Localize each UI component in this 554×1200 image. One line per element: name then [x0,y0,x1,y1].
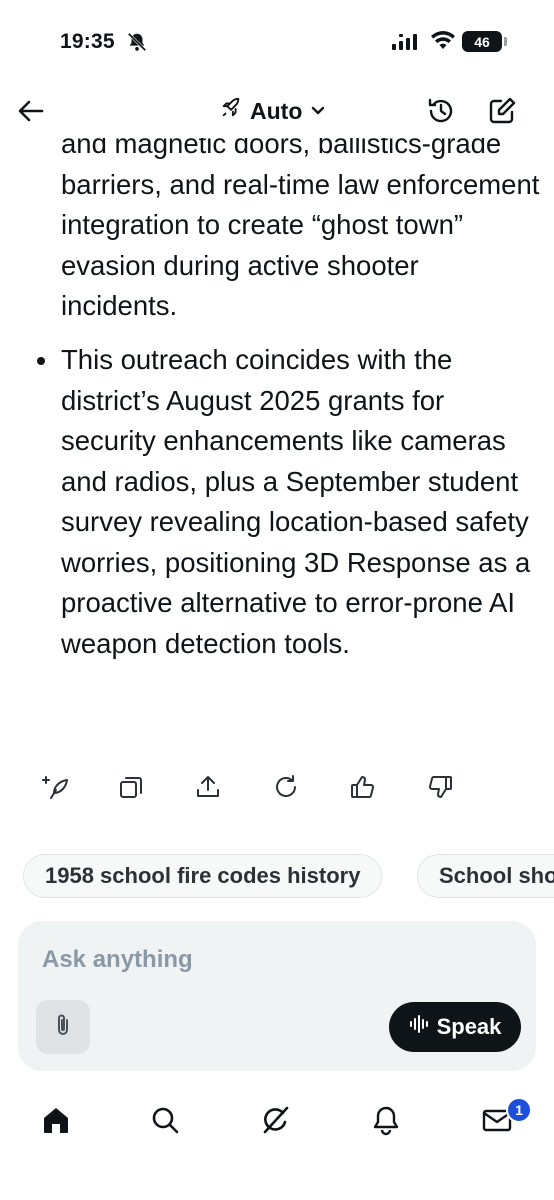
grok-icon[interactable] [256,1100,296,1140]
home-icon[interactable] [36,1100,76,1140]
speak-button[interactable]: Speak [389,1002,521,1052]
model-selector[interactable]: Auto [220,95,326,127]
chevron-down-icon [310,98,326,125]
new-chat-edit-icon[interactable] [486,95,518,127]
bell-slash-icon [126,31,148,58]
status-time: 19:35 [60,30,115,53]
response-bullet: This outreach coincides with the distric… [61,344,531,659]
model-label: Auto [250,97,303,124]
share-icon[interactable] [192,771,224,803]
paperclip-icon [52,1012,74,1043]
thumbs-down-icon[interactable] [424,771,456,803]
bullet-point [37,357,45,365]
back-arrow-icon[interactable] [16,96,46,126]
waveform-icon [409,1014,429,1040]
cellular-signal-icon [392,34,420,55]
chat-response: and magnetic doors, ballistics-grade bar… [0,128,554,748]
battery-indicator: 46 [462,31,502,52]
refresh-icon[interactable] [270,771,302,803]
search-icon[interactable] [145,1100,185,1140]
thumbs-up-icon[interactable] [347,771,379,803]
ask-input[interactable]: Ask anything [42,946,193,974]
history-icon[interactable] [425,95,457,127]
battery-tip [504,37,507,46]
notifications-icon[interactable] [366,1100,406,1140]
wifi-icon [430,31,456,56]
regenerate-sparkle-icon[interactable] [40,771,72,803]
speak-label: Speak [436,1014,502,1039]
response-paragraph: and magnetic doors, ballistics-grade bar… [61,128,540,321]
attach-button[interactable] [36,1000,90,1054]
messages-badge: 1 [506,1097,532,1123]
rocket-icon [220,97,242,125]
suggestion-chip[interactable]: School shooting [417,854,554,898]
suggestion-chip[interactable]: 1958 school fire codes history [23,854,383,898]
copy-icon[interactable] [115,771,147,803]
